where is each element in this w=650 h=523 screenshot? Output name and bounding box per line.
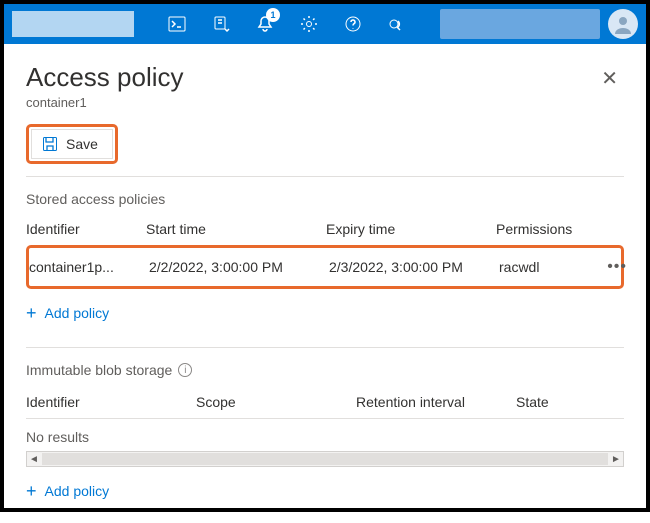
divider (26, 176, 624, 177)
account-info[interactable] (440, 9, 600, 39)
stored-header-row: Identifier Start time Expiry time Permis… (26, 217, 624, 241)
col-expiry: Expiry time (326, 221, 496, 237)
no-results-text: No results (26, 419, 624, 451)
plus-icon: + (26, 306, 37, 320)
save-button[interactable]: Save (31, 129, 113, 159)
save-icon (42, 136, 58, 152)
col-identifier2: Identifier (26, 394, 196, 410)
row-more-icon[interactable]: ••• (599, 258, 627, 276)
topbar-right (440, 9, 638, 39)
row-expiry: 2/3/2022, 3:00:00 PM (329, 259, 499, 275)
stored-policy-row[interactable]: container1p... 2/2/2022, 3:00:00 PM 2/3/… (29, 250, 621, 284)
info-icon[interactable]: i (178, 363, 192, 377)
add-stored-policy-button[interactable]: + Add policy (26, 305, 109, 321)
row-identifier: container1p... (29, 259, 149, 275)
save-label: Save (66, 136, 98, 152)
help-icon[interactable] (334, 4, 372, 44)
col-identifier: Identifier (26, 221, 146, 237)
add-immutable-label: Add policy (45, 483, 110, 499)
row-start: 2/2/2022, 3:00:00 PM (149, 259, 329, 275)
col-state: State (516, 394, 616, 410)
topbar-icons: 1 (158, 4, 416, 44)
scroll-track[interactable] (42, 453, 608, 465)
close-icon[interactable]: ✕ (595, 62, 624, 95)
settings-icon[interactable] (290, 4, 328, 44)
panel-subtitle: container1 (26, 95, 595, 110)
panel-title: Access policy (26, 62, 595, 93)
search-input[interactable] (12, 11, 134, 37)
immutable-section-text: Immutable blob storage (26, 362, 172, 378)
stored-section-label: Stored access policies (26, 191, 624, 207)
save-highlight: Save (26, 124, 118, 164)
notification-badge: 1 (266, 8, 280, 22)
row-permissions: racwdl (499, 259, 599, 275)
horizontal-scrollbar[interactable]: ◄ ► (26, 451, 624, 467)
scroll-left-arrow[interactable]: ◄ (27, 454, 41, 465)
col-scope: Scope (196, 394, 356, 410)
divider (26, 347, 624, 348)
add-immutable-policy-button[interactable]: + Add policy (26, 483, 109, 499)
directories-icon[interactable] (202, 4, 240, 44)
cloud-shell-icon[interactable] (158, 4, 196, 44)
stored-row-highlight: container1p... 2/2/2022, 3:00:00 PM 2/3/… (26, 245, 624, 289)
immutable-section-label: Immutable blob storage i (26, 362, 624, 378)
plus-icon: + (26, 484, 37, 498)
col-permissions: Permissions (496, 221, 596, 237)
scroll-right-arrow[interactable]: ► (609, 454, 623, 465)
immutable-header-row: Identifier Scope Retention interval Stat… (26, 388, 624, 419)
top-bar: 1 (4, 4, 646, 44)
notifications-icon[interactable]: 1 (246, 4, 284, 44)
avatar[interactable] (608, 9, 638, 39)
feedback-icon[interactable] (378, 4, 416, 44)
panel-header: Access policy container1 ✕ (26, 62, 624, 110)
add-stored-label: Add policy (45, 305, 110, 321)
access-policy-panel: Access policy container1 ✕ Save Stored a… (4, 44, 646, 523)
col-retention: Retention interval (356, 394, 516, 410)
col-start: Start time (146, 221, 326, 237)
